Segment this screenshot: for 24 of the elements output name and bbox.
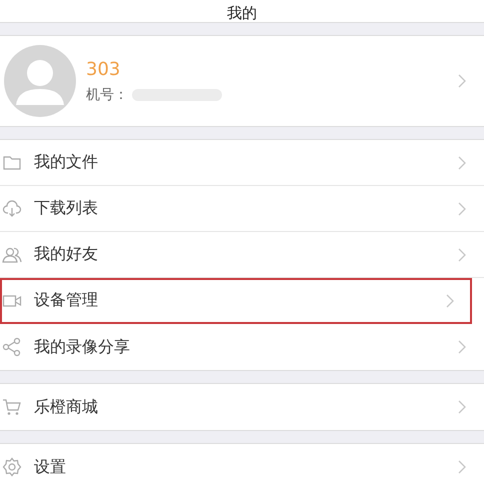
chevron-icon xyxy=(458,460,466,474)
user-name: 303 xyxy=(86,58,122,80)
page-title: 我的 xyxy=(227,4,257,22)
menu-item[interactable]: 我的文件 xyxy=(0,140,484,186)
settings-icon xyxy=(2,457,22,477)
chevron-icon xyxy=(458,156,466,170)
chevron-icon xyxy=(458,74,466,88)
phone-label: 机号： xyxy=(86,86,128,104)
chevron-icon xyxy=(458,400,466,414)
menu-item[interactable]: 设备管理 xyxy=(0,278,472,324)
cloud-download-icon xyxy=(2,198,22,218)
chevron-icon xyxy=(446,294,454,308)
share-icon xyxy=(2,337,22,357)
chevron-icon xyxy=(458,248,466,262)
menu-item[interactable]: 乐橙商城 xyxy=(0,384,484,430)
menu-item[interactable]: 下载列表 xyxy=(0,186,484,232)
menu-item[interactable]: 我的录像分享 xyxy=(0,324,484,370)
chevron-icon xyxy=(458,202,466,216)
menu-item[interactable]: 设置 xyxy=(0,444,484,481)
cart-icon xyxy=(2,397,22,417)
menu-item[interactable]: 我的好友 xyxy=(0,232,484,278)
avatar-icon xyxy=(4,45,76,117)
profile-row[interactable]: 303 机号： xyxy=(0,35,484,127)
chevron-icon xyxy=(458,340,466,354)
